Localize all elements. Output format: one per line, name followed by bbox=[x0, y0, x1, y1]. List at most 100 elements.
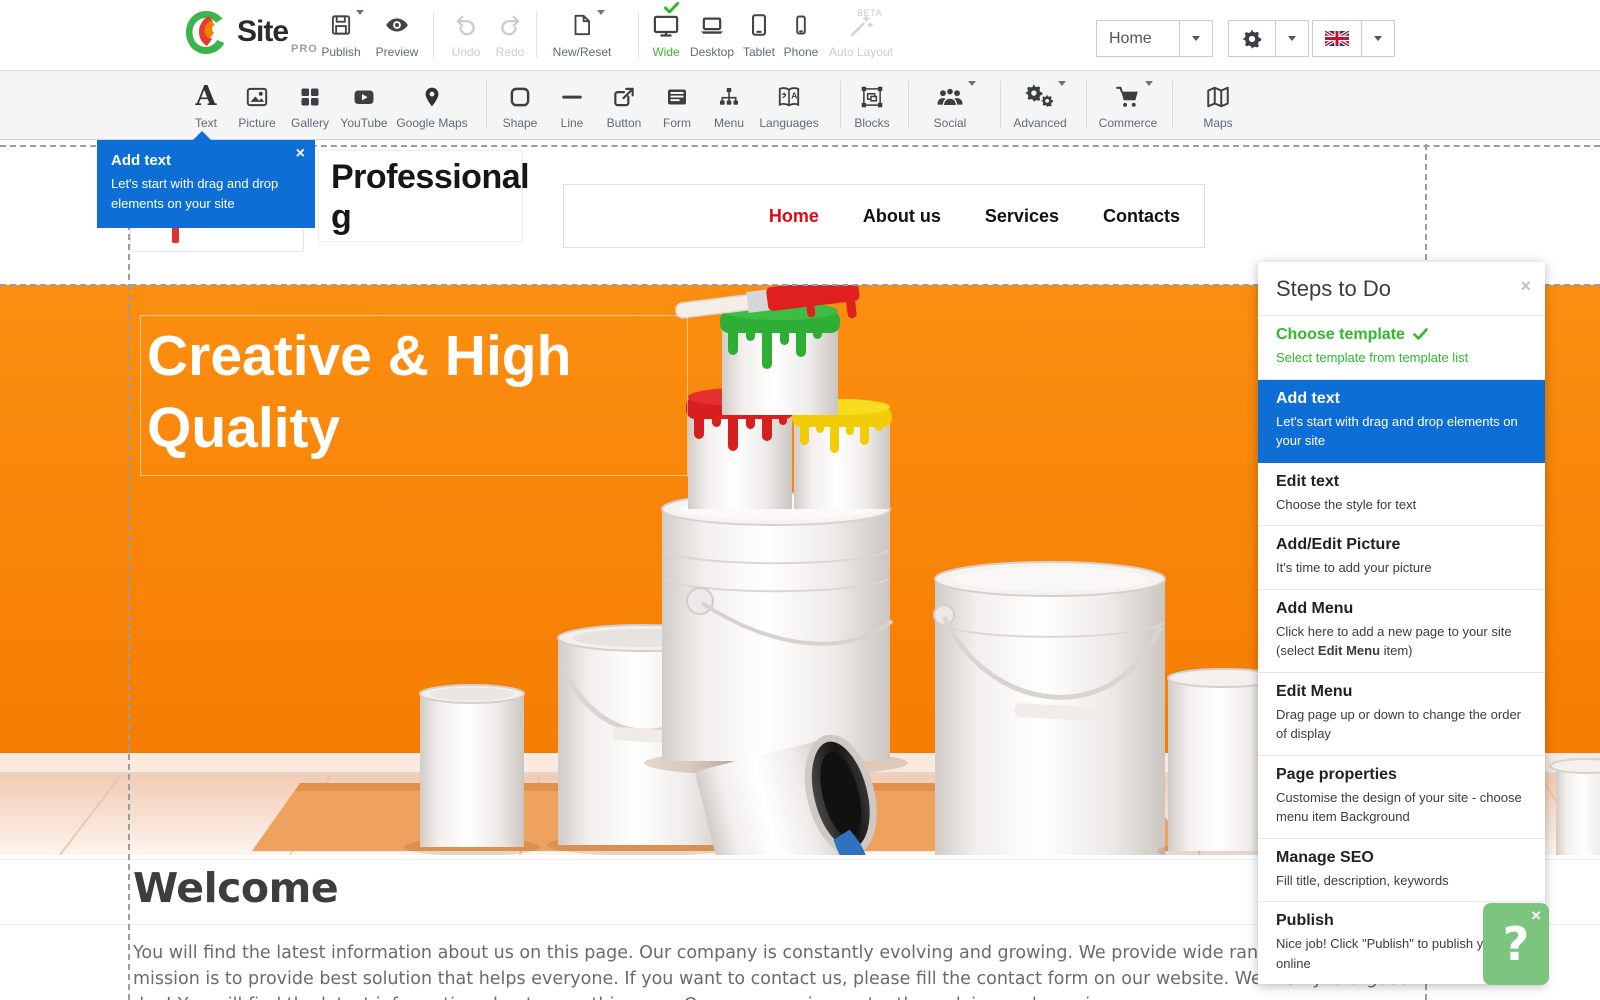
steps-panel-header: Steps to Do × bbox=[1258, 262, 1545, 316]
magic-wand-icon: BETA bbox=[846, 10, 876, 40]
element-blocks[interactable]: Blocks bbox=[847, 81, 897, 130]
line-icon bbox=[559, 81, 585, 113]
element-youtube[interactable]: YouTube bbox=[339, 81, 389, 130]
step-title: Edit Menu bbox=[1276, 682, 1527, 702]
tooltip-close-icon[interactable]: × bbox=[296, 146, 305, 162]
element-google-maps[interactable]: Google Maps bbox=[407, 81, 457, 130]
toolbar-separator bbox=[1000, 81, 1001, 129]
page-select-caret[interactable] bbox=[1179, 21, 1212, 56]
preview-button[interactable]: Preview bbox=[369, 10, 425, 59]
element-maps[interactable]: Maps bbox=[1193, 81, 1243, 130]
publish-caret-icon bbox=[356, 10, 364, 15]
toolbar-separator bbox=[908, 81, 909, 129]
form-icon bbox=[663, 81, 691, 113]
step-add-menu[interactable]: Add Menu Click here to add a new page to… bbox=[1258, 590, 1545, 673]
element-advanced[interactable]: Advanced bbox=[1015, 81, 1065, 130]
app-brand-name: Site bbox=[237, 9, 288, 55]
nav-item-services[interactable]: Services bbox=[985, 206, 1059, 227]
phone-icon bbox=[789, 10, 813, 40]
element-languages[interactable]: A Languages bbox=[764, 81, 814, 130]
site-title-element[interactable]: Professional g bbox=[318, 150, 523, 242]
language-caret[interactable] bbox=[1361, 21, 1394, 56]
element-gallery[interactable]: Gallery bbox=[285, 81, 335, 130]
element-advanced-label: Advanced bbox=[1013, 116, 1066, 130]
add-text-tooltip: Add text Let's start with drag and drop … bbox=[97, 140, 315, 228]
youtube-icon bbox=[349, 81, 379, 113]
device-phone-button[interactable]: Phone bbox=[780, 10, 822, 59]
laptop-icon bbox=[697, 10, 727, 40]
tablet-icon bbox=[746, 10, 772, 40]
step-page-properties[interactable]: Page properties Customise the design of … bbox=[1258, 756, 1545, 839]
element-form[interactable]: Form bbox=[652, 81, 702, 130]
device-wide-label: Wide bbox=[652, 45, 679, 59]
step-desc: Fill title, description, keywords bbox=[1276, 871, 1527, 891]
element-line[interactable]: Line bbox=[547, 81, 597, 130]
element-maps-label: Maps bbox=[1203, 116, 1232, 130]
shopping-cart-icon bbox=[1113, 81, 1143, 113]
redo-button[interactable]: Redo bbox=[482, 10, 538, 59]
toolbar-separator bbox=[1086, 81, 1087, 129]
element-form-label: Form bbox=[663, 116, 691, 130]
language-button[interactable] bbox=[1313, 21, 1361, 56]
blocks-selection-icon bbox=[859, 81, 885, 113]
element-shape[interactable]: Shape bbox=[495, 81, 545, 130]
step-add-text[interactable]: Add text Let's start with drag and drop … bbox=[1258, 380, 1545, 463]
step-desc: It's time to add your picture bbox=[1276, 558, 1527, 578]
nav-item-contacts[interactable]: Contacts bbox=[1103, 206, 1180, 227]
settings-button-group[interactable] bbox=[1228, 20, 1309, 57]
step-desc: Customise the design of your site - choo… bbox=[1276, 788, 1527, 827]
settings-button[interactable] bbox=[1229, 21, 1275, 56]
app-logo-icon bbox=[183, 9, 229, 57]
map-pin-icon bbox=[421, 81, 443, 113]
toolbar-separator bbox=[840, 81, 841, 129]
element-shape-label: Shape bbox=[503, 116, 538, 130]
element-gallery-label: Gallery bbox=[291, 116, 329, 130]
element-commerce[interactable]: Commerce bbox=[1103, 81, 1153, 130]
help-close-icon[interactable]: × bbox=[1531, 906, 1541, 926]
device-desktop-button[interactable]: Desktop bbox=[684, 10, 740, 59]
language-button-group[interactable] bbox=[1312, 20, 1395, 57]
element-social[interactable]: Social bbox=[925, 81, 975, 130]
chevron-down-icon bbox=[1374, 36, 1382, 41]
eye-icon bbox=[383, 10, 411, 40]
device-tablet-button[interactable]: Tablet bbox=[739, 10, 779, 59]
svg-text:A: A bbox=[791, 91, 798, 101]
hero-heading-text[interactable]: Creative & High Quality bbox=[140, 315, 688, 476]
element-languages-label: Languages bbox=[759, 116, 818, 130]
step-edit-menu[interactable]: Edit Menu Drag page up or down to change… bbox=[1258, 673, 1545, 756]
publish-button[interactable]: Publish bbox=[313, 10, 369, 59]
gears-icon bbox=[1024, 81, 1056, 113]
button-icon bbox=[611, 81, 637, 113]
toolbar-separator bbox=[638, 12, 639, 58]
device-desktop-label: Desktop bbox=[690, 45, 734, 59]
tooltip-body: Let's start with drag and drop elements … bbox=[111, 174, 281, 213]
element-button[interactable]: Button bbox=[599, 81, 649, 130]
element-button-label: Button bbox=[607, 116, 642, 130]
element-text[interactable]: A Text bbox=[181, 81, 231, 130]
active-check-icon bbox=[664, 2, 679, 14]
top-toolbar: Site PRO Publish Preview Undo bbox=[0, 0, 1600, 70]
nav-item-home[interactable]: Home bbox=[769, 206, 819, 227]
settings-caret[interactable] bbox=[1275, 21, 1308, 56]
element-picture[interactable]: Picture bbox=[232, 81, 282, 130]
element-menu[interactable]: Menu bbox=[704, 81, 754, 130]
device-wide-button[interactable]: Wide bbox=[644, 10, 688, 59]
new-reset-button[interactable]: New/Reset bbox=[548, 10, 616, 59]
step-manage-seo[interactable]: Manage SEO Fill title, description, keyw… bbox=[1258, 839, 1545, 903]
step-add-edit-picture[interactable]: Add/Edit Picture It's time to add your p… bbox=[1258, 526, 1545, 590]
site-menu-element[interactable]: Home About us Services Contacts bbox=[563, 184, 1205, 248]
page-select[interactable]: Home bbox=[1096, 20, 1213, 57]
auto-layout-button[interactable]: BETA Auto Layout bbox=[824, 10, 898, 59]
nav-item-about-us[interactable]: About us bbox=[863, 206, 941, 227]
step-edit-text[interactable]: Edit text Choose the style for text bbox=[1258, 463, 1545, 527]
save-icon bbox=[328, 10, 354, 40]
steps-panel-close-icon[interactable]: × bbox=[1520, 276, 1531, 297]
sitemap-icon bbox=[716, 81, 742, 113]
welcome-paragraph[interactable]: You will find the latest information abo… bbox=[133, 940, 1425, 1000]
uk-flag-icon bbox=[1325, 31, 1349, 46]
redo-icon bbox=[497, 10, 523, 40]
page-select-value[interactable]: Home bbox=[1097, 21, 1179, 56]
help-button[interactable]: ? × bbox=[1483, 903, 1549, 985]
shape-icon bbox=[507, 81, 533, 113]
step-choose-template[interactable]: Choose template Select template from tem… bbox=[1258, 316, 1545, 380]
